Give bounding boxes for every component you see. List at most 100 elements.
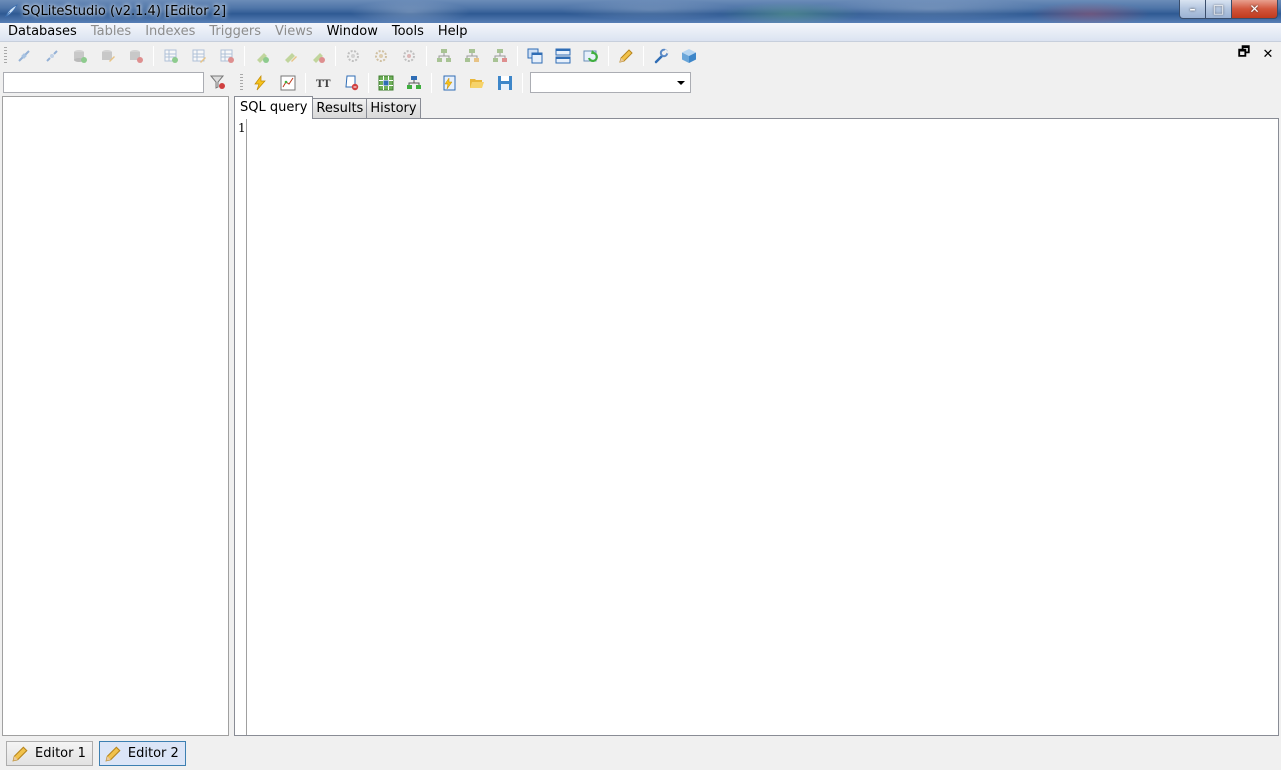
open-sql-editor-button[interactable]	[614, 45, 638, 67]
refresh-icon	[583, 50, 598, 62]
edit-view-button[interactable]	[460, 45, 484, 67]
maximize-button[interactable]: □	[1206, 0, 1232, 19]
close-icon: ✕	[1262, 46, 1274, 62]
create-index-button[interactable]	[250, 45, 274, 67]
delete-view-button[interactable]	[488, 45, 512, 67]
restore-icon: 🗗	[1237, 45, 1251, 60]
edit-table-button[interactable]	[187, 45, 211, 67]
menu-help[interactable]: Help	[431, 23, 475, 42]
task-label: Editor 2	[127, 746, 179, 761]
table-add-icon	[164, 49, 178, 63]
toolbar-separator	[368, 72, 369, 93]
window-controls: – □ ✕	[1179, 0, 1278, 19]
index-edit-icon	[285, 53, 297, 63]
schema-tree-icon	[407, 75, 421, 89]
filter-button[interactable]	[208, 72, 228, 92]
toolbar-separator	[522, 72, 523, 93]
edit-trigger-button[interactable]	[369, 45, 393, 67]
menu-views[interactable]: Views	[268, 23, 320, 42]
window-title: SQLiteStudio (v2.1.4) [Editor 2]	[22, 4, 227, 19]
tab-sql-query[interactable]: SQL query	[234, 96, 314, 119]
cascade-windows-button[interactable]	[523, 45, 547, 67]
pencil-icon	[105, 745, 121, 762]
delete-index-button[interactable]	[306, 45, 330, 67]
explain-query-button[interactable]	[276, 72, 300, 94]
task-editor-2[interactable]: Editor 2	[98, 741, 186, 766]
maximize-icon: □	[1212, 2, 1225, 16]
menu-triggers[interactable]: Triggers	[202, 23, 268, 42]
trigger-add-icon	[347, 50, 359, 62]
toolbar-separator	[153, 46, 154, 66]
task-editor-1[interactable]: Editor 1	[6, 741, 93, 766]
delete-trigger-button[interactable]	[397, 45, 421, 67]
mdi-close-button[interactable]: ✕	[1261, 46, 1275, 62]
tab-history[interactable]: History	[366, 98, 421, 119]
minimize-icon: –	[1189, 2, 1196, 16]
toolbar-grip[interactable]	[4, 47, 7, 65]
delete-table-button[interactable]	[215, 45, 239, 67]
execute-from-file-button[interactable]	[437, 72, 461, 94]
task-label: Editor 1	[35, 746, 86, 761]
view-edit-icon	[465, 49, 479, 62]
connect-database-button[interactable]	[12, 45, 36, 67]
view-delete-icon	[493, 49, 507, 62]
lightning-icon	[254, 74, 266, 90]
menu-tables[interactable]: Tables	[84, 23, 138, 42]
menu-window[interactable]: Window	[320, 23, 385, 42]
edit-database-button[interactable]	[96, 45, 120, 67]
database-filter-input[interactable]	[3, 72, 204, 93]
configure-button[interactable]	[649, 45, 673, 67]
filter-icon	[210, 75, 225, 89]
close-icon: ✕	[1249, 2, 1260, 16]
close-window-button[interactable]: ✕	[1232, 0, 1278, 19]
menu-databases[interactable]: Databases	[1, 23, 84, 42]
add-database-button[interactable]	[68, 45, 92, 67]
clear-editor-button[interactable]	[339, 72, 363, 94]
tile-windows-button[interactable]	[551, 45, 575, 67]
plugins-button[interactable]	[677, 45, 701, 67]
floppy-save-icon	[498, 75, 512, 90]
database-select[interactable]	[530, 72, 691, 93]
minimize-button[interactable]: –	[1179, 0, 1206, 19]
database-edit-icon	[102, 50, 115, 62]
tab-results[interactable]: Results	[312, 98, 368, 119]
edit-index-button[interactable]	[278, 45, 302, 67]
database-add-icon	[74, 50, 87, 63]
refresh-button[interactable]	[579, 45, 603, 67]
execute-query-button[interactable]	[248, 72, 272, 94]
save-sql-file-button[interactable]	[493, 72, 517, 94]
line-number: 1	[238, 121, 246, 135]
schema-diagram-button[interactable]	[402, 72, 426, 94]
trigger-delete-icon	[403, 50, 415, 62]
cascade-windows-icon	[527, 48, 543, 64]
toolbar-separator	[335, 46, 336, 66]
menu-tools[interactable]: Tools	[385, 23, 431, 42]
delete-database-button[interactable]	[124, 45, 148, 67]
database-delete-icon	[130, 50, 143, 63]
pencil-icon	[12, 745, 28, 762]
wrench-icon	[654, 48, 669, 64]
folder-open-icon	[470, 78, 484, 88]
query-builder-button[interactable]	[374, 72, 398, 94]
menu-indexes[interactable]: Indexes	[138, 23, 202, 42]
create-table-button[interactable]	[159, 45, 183, 67]
index-add-icon	[257, 53, 269, 63]
create-trigger-button[interactable]	[341, 45, 365, 67]
database-tree-panel[interactable]	[2, 96, 229, 736]
trigger-edit-icon	[375, 50, 387, 62]
chevron-down-icon	[677, 81, 685, 85]
run-script-icon	[443, 75, 456, 90]
toolbar-separator	[431, 72, 432, 93]
open-sql-file-button[interactable]	[465, 72, 489, 94]
format-sql-button[interactable]: TT	[311, 72, 335, 94]
grid-query-icon	[378, 75, 394, 90]
toolbar-separator	[608, 46, 609, 66]
explain-chart-icon	[280, 75, 296, 90]
disconnect-database-button[interactable]	[40, 45, 64, 67]
create-view-button[interactable]	[432, 45, 456, 67]
sql-editor-text-area[interactable]	[248, 119, 1278, 735]
mdi-restore-button[interactable]: 🗗	[1237, 45, 1251, 61]
table-delete-icon	[220, 49, 234, 63]
clear-document-icon	[345, 75, 359, 90]
toolbar-grip[interactable]	[240, 73, 243, 92]
